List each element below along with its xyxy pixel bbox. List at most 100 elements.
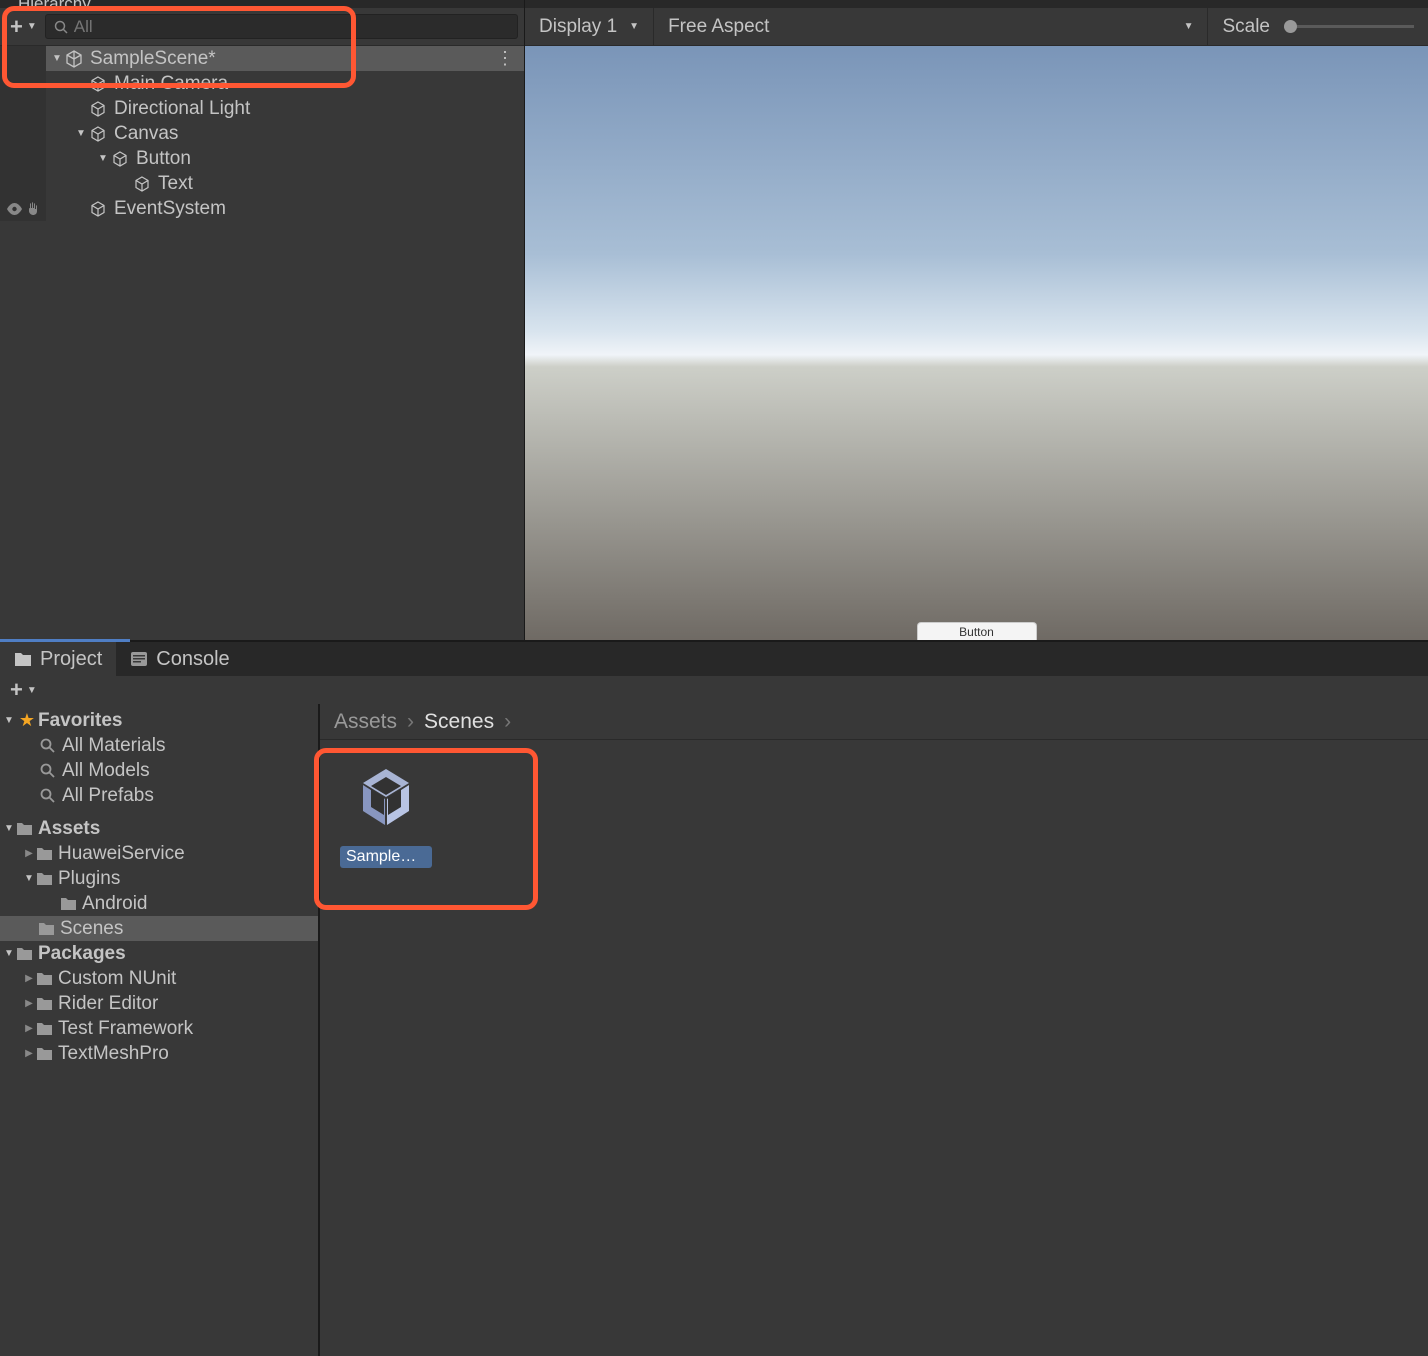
- plus-icon: +: [10, 677, 23, 703]
- package-textmeshpro[interactable]: ▶ TextMeshPro: [0, 1041, 318, 1066]
- eye-icon: [7, 203, 22, 215]
- package-test-framework[interactable]: ▶ Test Framework: [0, 1016, 318, 1041]
- folder-plugins[interactable]: ▼ Plugins: [0, 866, 318, 891]
- search-icon: [40, 763, 62, 778]
- chevron-down-icon: ▼: [629, 21, 639, 32]
- unity-scene-icon: [64, 49, 84, 69]
- folder-icon: [36, 847, 58, 861]
- console-tab[interactable]: Console: [116, 642, 243, 676]
- hierarchy-panel-header: Hierarchy: [0, 0, 524, 8]
- display-dropdown[interactable]: Display 1 ▼: [525, 8, 654, 45]
- game-panel: Display 1 ▼ Free Aspect ▼ Scale Button: [525, 0, 1428, 640]
- folder-label: Custom NUnit: [58, 968, 176, 990]
- favorites-header[interactable]: ▼ ★ Favorites: [0, 708, 318, 733]
- folder-icon: [36, 872, 58, 886]
- search-icon: [40, 788, 62, 803]
- console-tab-label: Console: [156, 648, 229, 671]
- more-options-button[interactable]: ⋮: [496, 48, 514, 69]
- expand-arrow-icon[interactable]: ▼: [2, 715, 16, 726]
- gameobject-label: Text: [158, 173, 193, 195]
- expand-arrow-icon[interactable]: ▼: [50, 53, 64, 64]
- assets-header[interactable]: ▼ Assets: [0, 816, 318, 841]
- plus-icon: +: [10, 14, 23, 40]
- folder-scenes[interactable]: Scenes: [0, 916, 318, 941]
- folder-icon: [38, 922, 60, 936]
- gameobject-label: Main Camera: [114, 73, 228, 95]
- folder-label: Test Framework: [58, 1018, 193, 1040]
- folder-icon: [14, 651, 32, 667]
- hierarchy-gutter: [0, 121, 46, 146]
- folder-icon: [36, 997, 58, 1011]
- folder-icon: [36, 1022, 58, 1036]
- scene-name: SampleScene*: [90, 48, 216, 70]
- gameobject-label: Canvas: [114, 123, 178, 145]
- gameobject-text[interactable]: Text: [46, 171, 524, 196]
- asset-grid: SampleSc...: [320, 740, 1428, 1356]
- create-button[interactable]: + ▼: [6, 12, 41, 42]
- hand-icon: [26, 202, 40, 216]
- gameobject-button[interactable]: ▼ Button: [46, 146, 524, 171]
- gameobject-eventsystem[interactable]: EventSystem: [46, 196, 524, 221]
- package-rider-editor[interactable]: ▶ Rider Editor: [0, 991, 318, 1016]
- hierarchy-gutter: [0, 96, 46, 121]
- aspect-value: Free Aspect: [668, 16, 769, 38]
- packages-header[interactable]: ▼ Packages: [0, 941, 318, 966]
- chevron-down-icon: ▼: [27, 685, 37, 696]
- breadcrumb-scenes[interactable]: Scenes: [424, 710, 494, 734]
- game-tabs: [525, 0, 1428, 8]
- scale-slider[interactable]: [1284, 25, 1428, 28]
- breadcrumb-assets[interactable]: Assets: [334, 710, 397, 734]
- expand-arrow-icon[interactable]: ▼: [96, 153, 110, 164]
- gameobject-directional-light[interactable]: Directional Light: [46, 96, 524, 121]
- unity-scene-icon: [341, 758, 431, 840]
- hierarchy-gutter: [0, 196, 46, 221]
- favorite-all-models[interactable]: All Models: [0, 758, 318, 783]
- folder-icon: [60, 897, 82, 911]
- hierarchy-search[interactable]: [45, 14, 518, 39]
- folder-android[interactable]: Android: [0, 891, 318, 916]
- breadcrumb: Assets › Scenes ›: [320, 704, 1428, 740]
- gameobject-icon: [88, 74, 108, 94]
- folder-label: Scenes: [60, 918, 123, 940]
- packages-label: Packages: [38, 943, 126, 965]
- expand-arrow-icon[interactable]: ▼: [2, 823, 16, 834]
- favorites-label: Favorites: [38, 710, 122, 732]
- expand-arrow-icon[interactable]: ▶: [22, 998, 36, 1009]
- gameobject-main-camera[interactable]: Main Camera: [46, 71, 524, 96]
- slider-thumb[interactable]: [1284, 20, 1297, 33]
- favorite-all-prefabs[interactable]: All Prefabs: [0, 783, 318, 808]
- game-toolbar: Display 1 ▼ Free Aspect ▼ Scale: [525, 8, 1428, 46]
- chevron-down-icon: ▼: [27, 21, 37, 32]
- search-icon: [40, 738, 62, 753]
- expand-arrow-icon[interactable]: ▼: [74, 128, 88, 139]
- assets-label: Assets: [38, 818, 100, 840]
- folder-icon: [16, 947, 38, 961]
- expand-arrow-icon[interactable]: ▼: [2, 948, 16, 959]
- expand-arrow-icon[interactable]: ▶: [22, 848, 36, 859]
- expand-arrow-icon[interactable]: ▶: [22, 1048, 36, 1059]
- project-panel: Project Console + ▼ ▼ ★ Favorites: [0, 640, 1428, 1356]
- scene-row[interactable]: ▼ SampleScene* ⋮: [46, 46, 524, 71]
- expand-arrow-icon[interactable]: ▶: [22, 973, 36, 984]
- gameobject-canvas[interactable]: ▼ Canvas: [46, 121, 524, 146]
- project-tab[interactable]: Project: [0, 642, 116, 676]
- folder-icon: [36, 972, 58, 986]
- expand-arrow-icon[interactable]: ▼: [22, 873, 36, 884]
- asset-label: SampleSc...: [340, 846, 432, 868]
- hierarchy-search-input[interactable]: [74, 17, 509, 37]
- aspect-dropdown[interactable]: Free Aspect ▼: [654, 8, 1208, 45]
- project-create-button[interactable]: + ▼: [6, 675, 41, 705]
- game-view[interactable]: Button: [525, 46, 1428, 640]
- folder-label: Android: [82, 893, 148, 915]
- project-tab-label: Project: [40, 648, 102, 671]
- asset-samplescene[interactable]: SampleSc...: [338, 758, 434, 868]
- expand-arrow-icon[interactable]: ▶: [22, 1023, 36, 1034]
- hierarchy-gutter: [0, 46, 46, 71]
- game-ui-button: Button: [917, 622, 1037, 640]
- favorite-all-materials[interactable]: All Materials: [0, 733, 318, 758]
- hierarchy-panel: Hierarchy + ▼ ▼ Sa: [0, 0, 525, 640]
- folder-huaweiservice[interactable]: ▶ HuaweiService: [0, 841, 318, 866]
- package-custom-nunit[interactable]: ▶ Custom NUnit: [0, 966, 318, 991]
- favorite-label: All Materials: [62, 735, 165, 757]
- folder-icon: [36, 1047, 58, 1061]
